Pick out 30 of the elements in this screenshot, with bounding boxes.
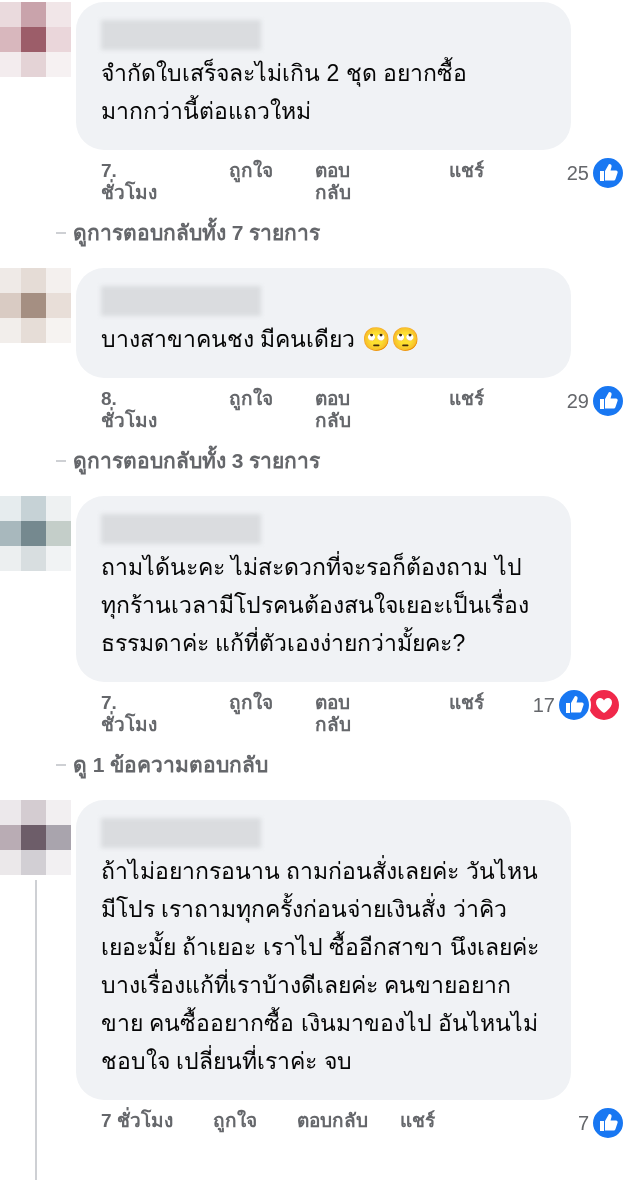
share-link[interactable]: แชร์ bbox=[449, 388, 484, 410]
comment-text: จำกัดใบเสร็จละไม่เกิน 2 ชุด อยากซื้อมากกว่านี้ต่อแถวใหม่ bbox=[101, 54, 541, 130]
view-replies-link[interactable]: ดูการตอบกลับทั้ง 3 รายการ bbox=[73, 446, 321, 476]
like-link[interactable]: ถูกใจ bbox=[229, 692, 273, 714]
reaction-count: 25 bbox=[566, 162, 589, 184]
view-replies-link[interactable]: ดู 1 ข้อความตอบกลับ bbox=[73, 750, 269, 780]
share-link[interactable]: แชร์ bbox=[449, 692, 484, 714]
reaction-count: 17 bbox=[532, 694, 555, 716]
like-link[interactable]: ถูกใจ bbox=[229, 388, 273, 410]
comment-text: บางสาขาคนชง มีคนเดียว 🙄🙄 bbox=[101, 325, 421, 354]
reply-link[interactable]: ตอบกลับ bbox=[315, 692, 371, 736]
like-link[interactable]: ถูกใจ bbox=[212, 1110, 257, 1132]
share-link[interactable]: แชร์ bbox=[449, 160, 484, 182]
thumbs-up-icon bbox=[557, 688, 591, 722]
comment-text: ถามได้นะคะ ไม่สะดวกที่จะรอก็ต้องถาม ไปทุกร้านเวลามีโปรคนต้องสนใจเยอะเป็นเรื่องธรรมดาค่ะ แก้ที่ตัวเองง่ายกว่ามั้ยคะ? bbox=[101, 548, 541, 662]
thumbs-up-icon bbox=[591, 156, 625, 190]
share-link[interactable]: แชร์ bbox=[399, 1110, 435, 1132]
comment-text: ถ้าไม่อยากรอนาน ถามก่อนสั่งเลยค่ะ วันไหนมีโปร เราถามทุกครั้งก่อนจ่ายเงินสั่ง ว่าคิวเยอะมั้ย ถ้าเยอะ เราไป ซื้ออีกสาขา นึงเลยค่ะ บางเรื่องแก้ที่เราบ้างดีเลยค่ะ คนขายอยากขาย คนซื้ออยากซื้อ เงินมาของไป อันไหนไม่ชอบใจ เปลี่ยนที่เราค่ะ จบ bbox=[101, 852, 541, 1080]
comment-time: 7. ชั่วโมง bbox=[101, 692, 158, 736]
thumbs-up-icon bbox=[591, 1106, 625, 1140]
reaction-count: 7 bbox=[577, 1112, 589, 1134]
comment-time: 7. ชั่วโมง bbox=[101, 160, 158, 204]
like-link[interactable]: ถูกใจ bbox=[229, 160, 273, 182]
comment-time: 8. ชั่วโมง bbox=[101, 388, 158, 432]
thumbs-up-icon bbox=[591, 384, 625, 418]
reaction-count: 29 bbox=[566, 390, 589, 412]
view-replies-link[interactable]: ดูการตอบกลับทั้ง 7 รายการ bbox=[73, 218, 321, 248]
reply-link[interactable]: ตอบกลับ bbox=[315, 160, 371, 204]
reply-link[interactable]: ตอบกลับ bbox=[315, 388, 371, 432]
reply-link[interactable]: ตอบกลับ bbox=[296, 1110, 368, 1132]
